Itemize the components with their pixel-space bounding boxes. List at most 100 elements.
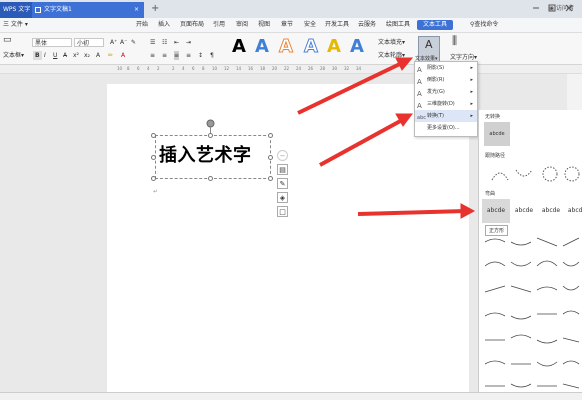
ruler-tick: 2 <box>172 66 175 71</box>
menu-security[interactable]: 安全 <box>304 20 316 30</box>
menu-insert[interactable]: 插入 <box>158 20 170 30</box>
document-tab-label: 文字文稿1 <box>44 6 72 13</box>
strikethrough-icon[interactable]: A̶ <box>63 51 67 60</box>
indent-decrease-icon[interactable]: ⇤ <box>174 38 179 47</box>
resize-handle-s[interactable] <box>208 176 213 181</box>
menu-drawing-tools[interactable]: 绘图工具 <box>386 20 410 30</box>
submenu-arrow-icon: ▸ <box>470 77 473 83</box>
menu-developer[interactable]: 开发工具 <box>325 20 349 30</box>
resize-handle-n[interactable] <box>208 133 213 138</box>
outline-box-icon[interactable]: □ <box>277 206 288 217</box>
no-transform-header: 无转换 <box>485 114 501 120</box>
menu-item-label: 阴影(S) <box>427 65 445 71</box>
menu-item-transform[interactable]: abc 转换(T) ▸ <box>415 110 477 122</box>
menu-item-reflection[interactable]: A 倒影(R) ▸ <box>415 74 477 86</box>
indent-increase-icon[interactable]: ⇥ <box>186 38 191 47</box>
numbered-list-icon[interactable]: ☷ <box>162 38 167 47</box>
resize-handle-ne[interactable] <box>268 133 273 138</box>
submenu-arrow-icon: ▸ <box>470 65 473 71</box>
edit-pen-icon[interactable]: ✎ <box>277 178 288 189</box>
italic-icon[interactable]: I <box>44 51 46 60</box>
art-style-6[interactable]: A <box>346 36 368 58</box>
ruler-tick: 12 <box>224 66 230 71</box>
ruler-tick: 30 <box>332 66 338 71</box>
search-command[interactable]: ⚲查找命令 <box>470 20 498 30</box>
grow-font-icon[interactable]: A⁺ <box>110 38 117 47</box>
layout-options-icon[interactable]: ▤ <box>277 164 288 175</box>
menu-item-glow[interactable]: A 发光(G) ▸ <box>415 86 477 98</box>
close-icon[interactable]: × <box>134 2 139 18</box>
bullet-list-icon[interactable]: ☰ <box>150 38 155 47</box>
justify-icon[interactable]: ≡ <box>186 51 191 60</box>
resize-handle-nw[interactable] <box>151 133 156 138</box>
align-left-icon[interactable]: ≡ <box>150 51 155 60</box>
minimize-icon[interactable] <box>532 4 540 12</box>
warp-sample: abcde <box>486 207 506 214</box>
font-name-select[interactable]: 黑体 <box>32 38 72 47</box>
fill-bucket-icon[interactable]: ◈ <box>277 192 288 203</box>
art-style-4[interactable]: A <box>300 36 322 58</box>
subscript-icon[interactable]: x₂ <box>84 51 90 60</box>
text-effect-icon: A <box>425 38 433 51</box>
resize-handle-se[interactable] <box>268 176 273 181</box>
clear-format-icon[interactable]: ✎ <box>131 38 136 47</box>
new-tab-button[interactable]: + <box>151 2 159 16</box>
menu-item-shadow[interactable]: A 阴影(S) ▸ <box>415 62 477 74</box>
search-command-label: 查找命令 <box>474 21 499 28</box>
menu-chapter[interactable]: 章节 <box>281 20 293 30</box>
art-text[interactable]: 插入艺术字 <box>159 141 252 167</box>
art-style-1[interactable]: A <box>228 36 250 58</box>
menu-item-3d-rotation[interactable]: A 三维旋转(D) ▸ <box>415 98 477 110</box>
no-transform-option[interactable]: abcde <box>484 122 510 146</box>
menu-page-layout[interactable]: 页面布局 <box>180 20 204 30</box>
ruler-tick: 32 <box>344 66 350 71</box>
menu-item-more-settings[interactable]: 更多设置(O)... <box>415 122 477 134</box>
menu-review[interactable]: 审阅 <box>236 20 248 30</box>
collapse-icon[interactable]: − <box>277 150 288 161</box>
align-right-icon[interactable]: ≡ <box>174 51 180 60</box>
menu-reference[interactable]: 引用 <box>213 20 225 30</box>
ruler-tick: 34 <box>356 66 362 71</box>
resize-handle-w[interactable] <box>151 155 156 160</box>
bold-icon[interactable]: B <box>33 51 42 60</box>
text-outline-button[interactable]: 文本轮廓▾ <box>378 51 405 60</box>
text-fill-button[interactable]: 文本填充▾ <box>378 38 405 47</box>
menu-text-tools[interactable]: 文本工具 <box>417 20 454 30</box>
menu-item-label: 转换(T) <box>427 113 444 119</box>
paragraph-mark-icon: ↵ <box>153 188 159 195</box>
menu-item-label: 发光(G) <box>427 89 445 95</box>
menu-cloud[interactable]: 云服务 <box>358 20 376 30</box>
menu-view[interactable]: 视图 <box>258 20 270 30</box>
textbox-button[interactable]: 文本框▾ <box>3 51 24 60</box>
document-tab[interactable]: 文字文稿1 × <box>32 2 144 18</box>
maximize-icon[interactable] <box>548 4 556 12</box>
paragraph-icon[interactable]: ¶ <box>210 51 214 60</box>
resize-handle-e[interactable] <box>268 155 273 160</box>
window-close-icon[interactable] <box>565 4 573 12</box>
title-bar: WPS 文字 文字文稿1 × + ◉ 访问者 <box>0 0 582 18</box>
font-size-select[interactable]: 小初 <box>74 38 104 47</box>
art-style-2[interactable]: A <box>251 36 273 58</box>
art-style-5[interactable]: A <box>323 36 345 58</box>
line-spacing-icon[interactable]: ↕ <box>198 51 203 60</box>
font-color-icon[interactable]: A <box>121 51 125 60</box>
highlight-icon[interactable]: ✏ <box>108 51 113 60</box>
shrink-font-icon[interactable]: A⁻ <box>120 38 127 47</box>
art-style-3[interactable]: A <box>275 36 297 58</box>
right-toolbar[interactable] <box>567 74 582 110</box>
file-menu[interactable]: 三 文件 ▾ <box>3 20 28 30</box>
ruler[interactable]: 10 8 6 4 2 2 4 6 8 10 12 14 16 18 20 22 … <box>0 65 582 74</box>
text-color-icon[interactable]: A <box>96 51 100 60</box>
superscript-icon[interactable]: x² <box>73 51 79 60</box>
wps-app-tab[interactable]: WPS 文字 <box>0 2 32 18</box>
textbox-icon[interactable]: ▭ <box>3 36 12 45</box>
resize-handle-sw[interactable] <box>151 176 156 181</box>
align-center-icon[interactable]: ≡ <box>162 51 167 60</box>
follow-path-options[interactable] <box>484 162 580 186</box>
ruler-tick: 20 <box>272 66 278 71</box>
ribbon: ▭ 文本框▾ 黑体 小初 A⁺ A⁻ ✎ B I U A̶ x² x₂ A ✏ … <box>0 33 582 65</box>
text-direction-icon[interactable]: ⫼ <box>452 35 457 46</box>
menu-home[interactable]: 开始 <box>136 20 148 30</box>
underline-icon[interactable]: U <box>53 51 57 60</box>
warp-options-grid[interactable] <box>483 234 581 394</box>
